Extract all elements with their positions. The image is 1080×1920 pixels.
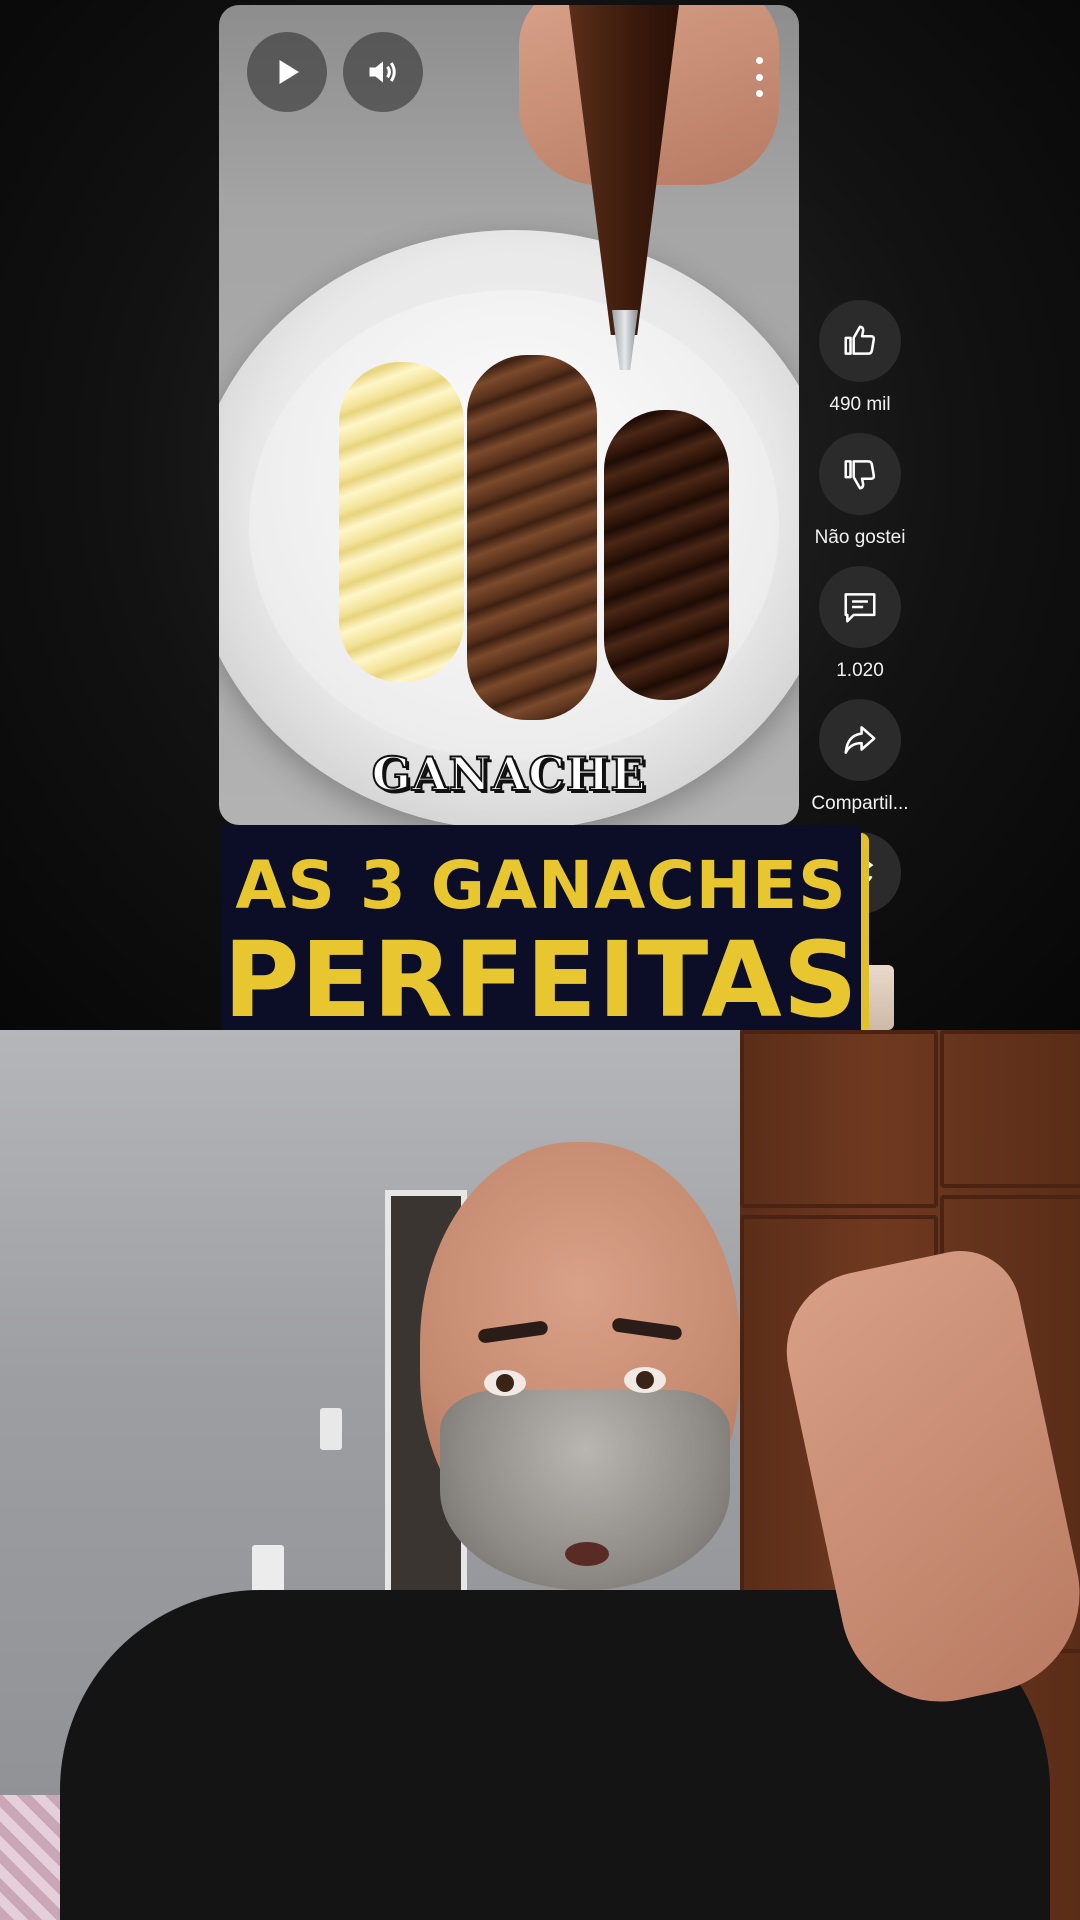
comments-action[interactable]: 1.020 — [800, 566, 920, 682]
title-line-2: PERFEITAS — [223, 919, 859, 1041]
like-button[interactable] — [819, 300, 901, 382]
thumbs-up-icon — [844, 325, 876, 355]
presenter-camera — [0, 1030, 1080, 1920]
title-banner: AS 3 GANACHES PERFEITAS — [221, 825, 861, 1053]
volume-button[interactable] — [343, 32, 423, 112]
play-icon — [279, 60, 299, 84]
video-caption: GANACHE — [371, 746, 647, 802]
milk-ganache — [467, 355, 597, 720]
share-action[interactable]: Compartil... — [800, 699, 920, 815]
wall-switch — [320, 1408, 342, 1450]
title-line-1: AS 3 GANACHES — [235, 847, 847, 924]
wall-outlet — [252, 1545, 284, 1595]
short-video-player[interactable]: GANACHE — [219, 5, 799, 825]
share-label: Compartil... — [811, 793, 909, 814]
channel-thumbnail[interactable] — [862, 965, 894, 1030]
volume-icon — [369, 61, 396, 83]
share-icon — [844, 726, 876, 754]
play-button[interactable] — [247, 32, 327, 112]
dislike-label: Não gostei — [814, 527, 906, 548]
dark-ganache — [604, 410, 729, 700]
like-action[interactable]: 490 mil — [800, 300, 920, 416]
share-button[interactable] — [819, 699, 901, 781]
dislike-action[interactable]: Não gostei — [800, 433, 920, 549]
dislike-button[interactable] — [819, 433, 901, 515]
comment-icon — [844, 593, 876, 623]
left-eye — [484, 1370, 526, 1396]
thumbs-down-icon — [844, 460, 876, 490]
right-eye — [624, 1367, 666, 1393]
more-vert-icon[interactable] — [747, 57, 771, 97]
presenter-mouth — [565, 1542, 609, 1566]
comments-button[interactable] — [819, 566, 901, 648]
like-count: 490 mil — [829, 394, 891, 415]
white-ganache — [339, 362, 464, 682]
comment-count: 1.020 — [836, 660, 884, 681]
